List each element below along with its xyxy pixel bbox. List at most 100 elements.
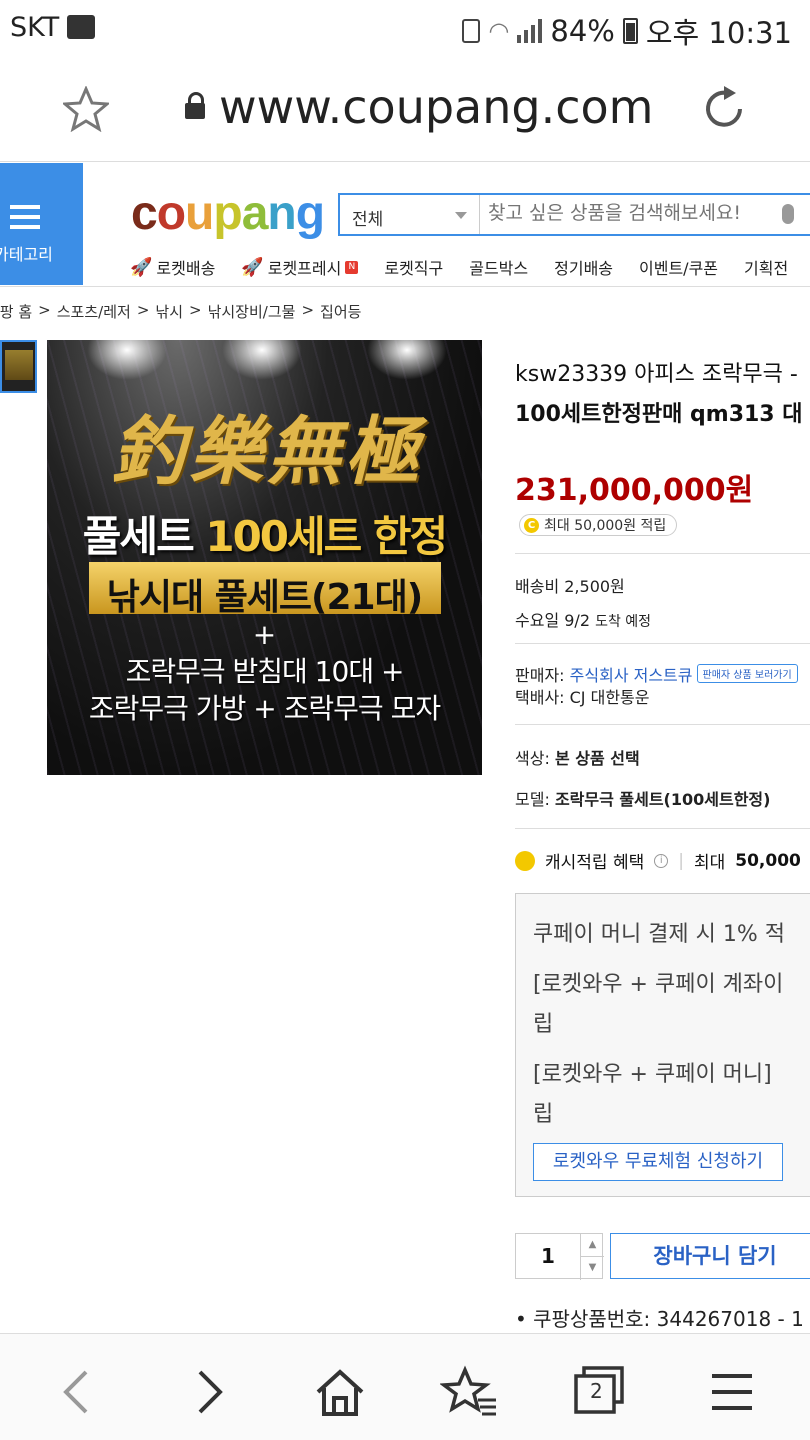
- product-main-image[interactable]: 釣樂無極 풀세트 100세트 한정 낚시대 풀세트(21대) + 조락무극 받침…: [47, 340, 482, 775]
- image-headline-b: 100세트 한정: [205, 512, 448, 561]
- product-title: ksw23339 아피스 조락무극 - 100세트한정판매 qm313 대: [515, 355, 810, 435]
- image-calligraphy: 釣樂無極: [111, 409, 423, 495]
- image-line4: 조락무극 가방 + 조락무극 모자: [88, 692, 441, 725]
- lock-icon: [185, 92, 205, 119]
- bookmarks-icon[interactable]: [440, 1362, 500, 1422]
- nav-label: 이벤트/쿠폰: [639, 259, 719, 278]
- rocket-wow-trial-button[interactable]: 로켓와우 무료체험 신청하기: [533, 1143, 783, 1181]
- breadcrumb-item[interactable]: 낚시장비/그물: [208, 301, 296, 322]
- cash-benefit-line: 립: [533, 1102, 554, 1127]
- cash-max-label: 최대: [693, 853, 726, 873]
- mic-icon[interactable]: [782, 204, 794, 224]
- seller-name-link[interactable]: 주식회사 저스트큐: [570, 666, 693, 685]
- new-badge-icon: N: [345, 260, 359, 274]
- divider: [515, 553, 810, 554]
- separator: |: [678, 850, 684, 871]
- nav-label: 로켓배송: [156, 259, 216, 278]
- cash-benefit-line: [로켓와우 + 쿠페이 계좌이: [533, 972, 784, 997]
- product-title-line: 100세트한정판매 qm313 대: [515, 402, 803, 427]
- nav-promotions[interactable]: 기획전: [744, 255, 788, 279]
- cash-benefit-line: 쿠페이 머니 결제 시 1% 적: [533, 922, 786, 947]
- seller-row: 판매자: 주식회사 저스트큐 판매자 상품 보러가기: [515, 662, 798, 686]
- nav-label: 로켓직구: [384, 259, 444, 278]
- shipping-fee: 배송비 2,500원: [515, 577, 625, 596]
- divider: [0, 286, 810, 287]
- url-text: www.coupang.com: [219, 80, 654, 134]
- delivery-suffix: 도착 예정: [595, 614, 652, 630]
- option-label: 모델:: [515, 790, 550, 809]
- nav-rocket-direct[interactable]: 로켓직구: [384, 255, 443, 279]
- category-button[interactable]: 카테고리: [0, 163, 83, 285]
- courier: 택배사: CJ 대한통운: [515, 688, 650, 707]
- reward-text: 최대 50,000원 적립: [544, 518, 667, 534]
- image-headline-a: 풀세트: [82, 512, 195, 561]
- browser-bottom-nav: 2: [0, 1333, 810, 1440]
- nav-label: 기획전: [744, 259, 789, 278]
- nav-rocket-delivery[interactable]: 🚀 로켓배송: [130, 255, 215, 279]
- tabs-icon[interactable]: 2: [568, 1362, 628, 1422]
- quantity-down-icon[interactable]: ▼: [580, 1257, 604, 1280]
- signal-icon: [517, 19, 543, 43]
- menu-icon[interactable]: [702, 1362, 762, 1422]
- image-subheadline: 낚시대 풀세트(21대): [106, 577, 423, 618]
- home-icon[interactable]: [310, 1362, 370, 1422]
- seller-label: 판매자:: [515, 666, 565, 685]
- breadcrumb-sep: >: [136, 301, 150, 319]
- nav-goldbox[interactable]: 골드박스: [469, 255, 528, 279]
- product-price: 231,000,000원: [515, 465, 753, 509]
- divider: [515, 724, 810, 725]
- activity-icon: [67, 15, 95, 39]
- breadcrumb-item[interactable]: 스포츠/레저: [57, 301, 131, 322]
- coupang-logo[interactable]: coupang: [131, 186, 325, 241]
- breadcrumb: 쿠팡 홈 > 스포츠/레저 > 낚시 > 낚시장비/그물 > 집어등: [0, 301, 361, 322]
- quantity-stepper[interactable]: 1 ▲ ▼: [515, 1233, 604, 1280]
- info-icon[interactable]: i: [654, 853, 669, 868]
- reload-icon[interactable]: [700, 84, 750, 134]
- cash-benefit-row: 캐시적립 혜택 i | 최대 50,000: [515, 848, 801, 873]
- carrier-label: SKT: [10, 12, 60, 43]
- search-scope-select[interactable]: 전체: [340, 195, 480, 234]
- quantity-up-icon[interactable]: ▲: [580, 1234, 604, 1257]
- product-title-line: ksw23339 아피스 조락무극 -: [515, 362, 798, 387]
- coin-icon: [515, 850, 535, 871]
- breadcrumb-item[interactable]: 쿠팡 홈: [0, 301, 32, 322]
- model-option[interactable]: 모델: 조락무극 풀세트(100세트한정): [515, 786, 770, 810]
- star-icon[interactable]: [63, 86, 109, 132]
- battery-percent: 84%: [550, 14, 615, 48]
- nav-events[interactable]: 이벤트/쿠폰: [639, 255, 718, 279]
- url-field[interactable]: www.coupang.com: [185, 80, 653, 134]
- search-input[interactable]: [488, 202, 768, 224]
- product-thumbnail[interactable]: [0, 340, 37, 393]
- back-icon[interactable]: [48, 1362, 108, 1422]
- price-unit: 원: [725, 473, 754, 508]
- recycle-icon: [462, 19, 481, 43]
- breadcrumb-item[interactable]: 낚시: [155, 301, 183, 322]
- quantity-value[interactable]: 1: [516, 1244, 580, 1268]
- seller-products-link[interactable]: 판매자 상품 보러가기: [696, 664, 798, 683]
- breadcrumb-sep: >: [301, 301, 315, 319]
- clock: 오후 10:31: [645, 16, 792, 50]
- chevron-down-icon: [455, 212, 467, 219]
- breadcrumb-item[interactable]: 집어등: [320, 301, 361, 322]
- option-value: 조락무극 풀세트(100세트한정): [554, 790, 771, 809]
- nav-rocket-fresh[interactable]: 🚀 로켓프레시 N: [241, 255, 359, 279]
- reward-badge: C 최대 50,000원 적립: [519, 514, 678, 536]
- nav-label: 골드박스: [469, 259, 529, 278]
- status-right: ◠ 84% 오후 10:31: [462, 10, 792, 52]
- top-nav: 🚀 로켓배송 🚀 로켓프레시 N 로켓직구 골드박스 정기배송 이벤트/쿠폰 기획전: [130, 255, 810, 279]
- add-to-cart-button[interactable]: 장바구니 담기: [610, 1233, 810, 1279]
- divider: [515, 643, 810, 644]
- nav-label: 로켓프레시: [267, 259, 342, 278]
- forward-icon[interactable]: [178, 1362, 238, 1422]
- image-plus: +: [252, 618, 277, 651]
- image-headline: 풀세트 100세트 한정: [47, 503, 482, 564]
- option-label: 색상:: [515, 749, 550, 768]
- nav-subscription[interactable]: 정기배송: [554, 255, 613, 279]
- image-line3: 조락무극 받침대 10대 +: [125, 655, 405, 688]
- cash-benefit-line: [로켓와우 + 쿠페이 머니]: [533, 1062, 772, 1087]
- tabs-count: 2: [590, 1379, 603, 1403]
- breadcrumb-sep: >: [38, 301, 51, 319]
- rocket-icon: 🚀: [241, 256, 264, 278]
- color-option[interactable]: 색상: 본 상품 선택: [515, 745, 640, 769]
- breadcrumb-sep: >: [189, 301, 202, 319]
